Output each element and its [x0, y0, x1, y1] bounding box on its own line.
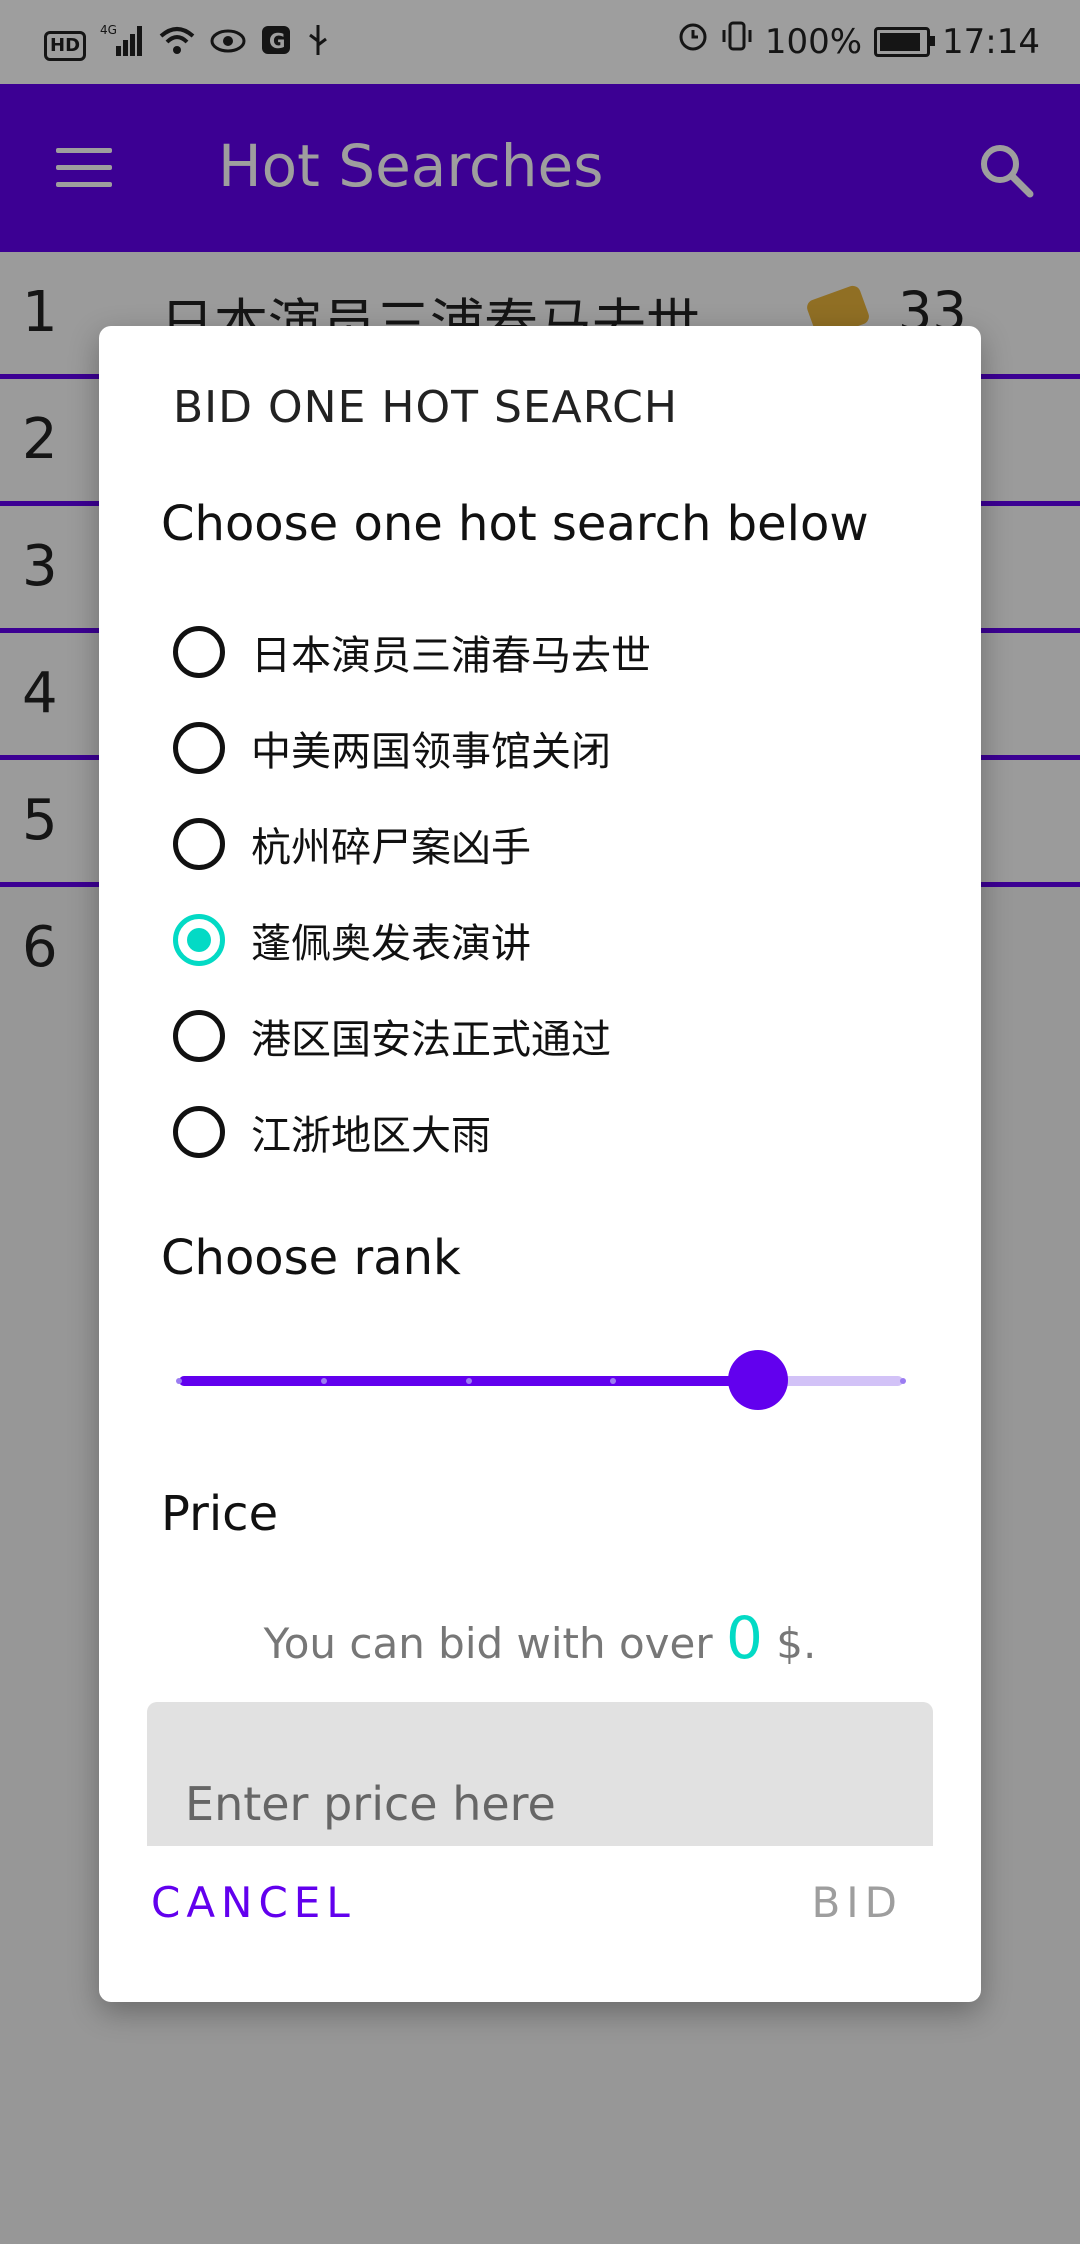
radio-option[interactable]: 日本演员三浦春马去世 — [173, 612, 651, 692]
slider-tick — [320, 1378, 327, 1384]
radio-label: 蓬佩奥发表演讲 — [251, 921, 531, 967]
radio-button[interactable] — [173, 1010, 225, 1062]
slider-tick — [465, 1378, 472, 1384]
radio-button[interactable] — [173, 1106, 225, 1158]
price-label: Price — [161, 1486, 279, 1542]
radio-button-checked[interactable] — [173, 914, 225, 966]
radio-button[interactable] — [173, 722, 225, 774]
radio-option[interactable]: 中美两国领事馆关闭 — [173, 708, 611, 788]
bid-dialog: BID ONE HOT SEARCH Choose one hot search… — [99, 326, 981, 2002]
bid-button[interactable]: BID — [811, 1878, 903, 1927]
radio-label: 港区国安法正式通过 — [251, 1017, 611, 1063]
radio-option[interactable]: 江浙地区大雨 — [173, 1092, 491, 1172]
choose-rank-label: Choose rank — [161, 1230, 461, 1286]
radio-label: 中美两国领事馆关闭 — [251, 729, 611, 775]
slider-tick — [900, 1378, 906, 1384]
radio-button[interactable] — [173, 626, 225, 678]
slider-tick — [176, 1378, 182, 1384]
bid-min-value: 0 — [726, 1604, 763, 1672]
slider-thumb[interactable] — [728, 1350, 789, 1410]
cancel-button[interactable]: CANCEL — [151, 1878, 356, 1927]
price-input[interactable] — [147, 1702, 933, 1846]
radio-label: 杭州碎尸案凶手 — [251, 825, 531, 871]
choose-search-label: Choose one hot search below — [161, 496, 869, 552]
radio-button[interactable] — [173, 818, 225, 870]
radio-option[interactable]: 蓬佩奥发表演讲 — [173, 900, 531, 980]
radio-label: 日本演员三浦春马去世 — [251, 633, 651, 679]
rank-slider[interactable] — [176, 1350, 906, 1410]
dialog-title: BID ONE HOT SEARCH — [173, 382, 678, 433]
radio-option[interactable]: 港区国安法正式通过 — [173, 996, 611, 1076]
bid-hint-prefix: You can bid with over — [263, 1619, 713, 1668]
radio-label: 江浙地区大雨 — [251, 1113, 491, 1159]
bid-hint-suffix: $. — [776, 1619, 817, 1668]
bid-hint: You can bid with over 0 $. — [99, 1604, 981, 1672]
radio-option[interactable]: 杭州碎尸案凶手 — [173, 804, 531, 884]
